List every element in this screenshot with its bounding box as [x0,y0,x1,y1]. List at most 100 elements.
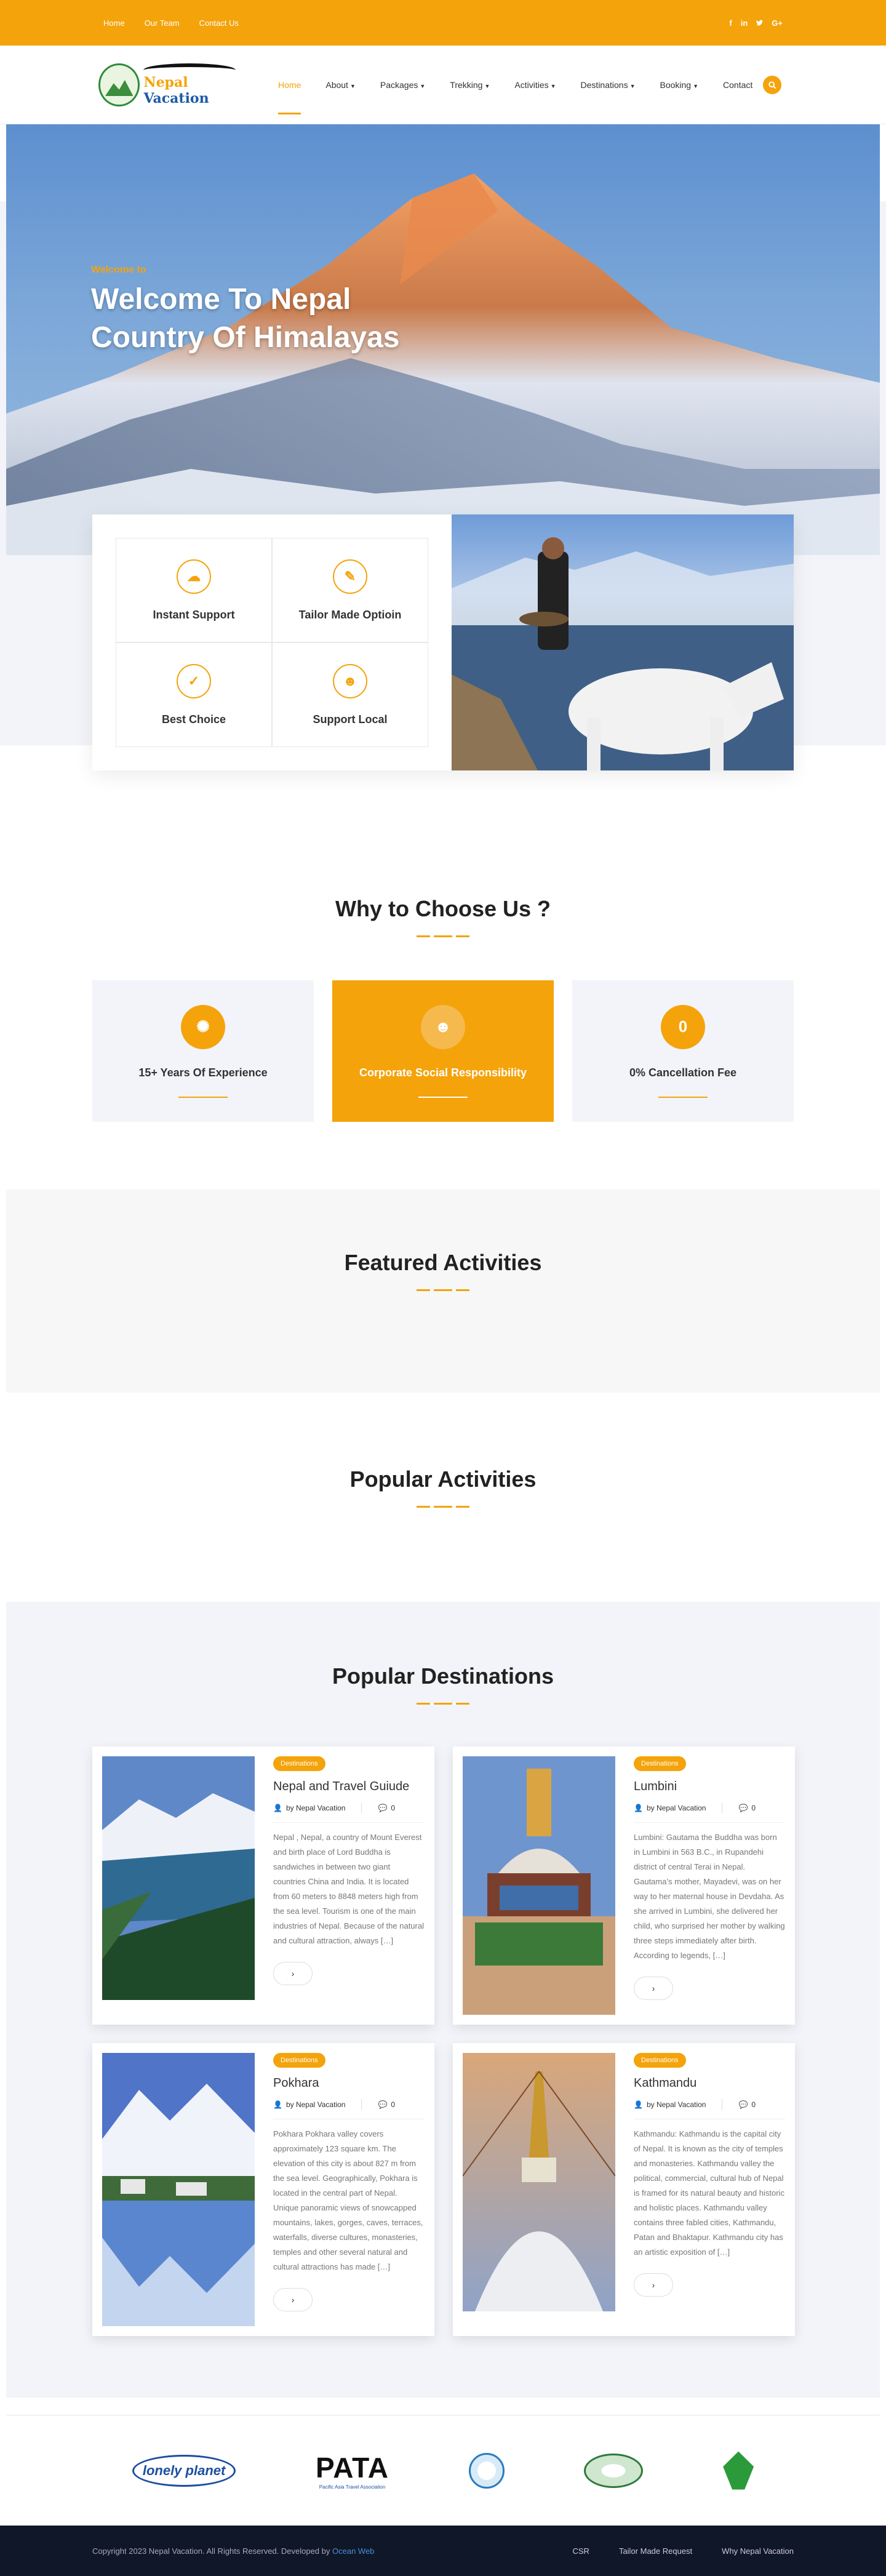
lonely-planet-logo[interactable]: lonely planet [132,2454,236,2487]
comments-icon: 💬 [738,2100,748,2109]
category-badge[interactable]: Destinations [273,1756,325,1771]
destination-cards: Destinations Nepal and Travel Guiude 👤 b… [92,1746,795,2336]
nav-about[interactable]: About ▼ [325,74,356,96]
user-icon: 👤 [634,1804,643,1812]
nav-booking[interactable]: Booking ▼ [660,74,699,96]
check-icon: ✓ [177,663,211,698]
why-card-experience: ✺ 15+ Years Of Experience [92,980,314,1122]
read-more-button[interactable]: › [273,2288,313,2311]
card-meta: 👤 by Nepal Vacation 💬 0 [273,2099,425,2119]
kathmandu-stupa-image[interactable] [463,2053,615,2311]
facebook-icon[interactable]: f [729,18,732,28]
developer-link[interactable]: Ocean Web [332,2546,374,2556]
google-plus-icon[interactable]: G+ [772,18,783,28]
search-icon [768,81,776,89]
why-title: Why to Choose Us ? [335,896,551,921]
category-badge[interactable]: Destinations [273,2053,325,2068]
main-nav: Home About ▼ Packages ▼ Trekking ▼ Activiti… [278,74,752,114]
card-title[interactable]: Kathmandu [634,2076,785,2090]
logo-emblem [98,63,140,106]
user-icon: 👤 [634,2100,643,2109]
feature-tailor-made: ✎ Tailor Made Optioin [272,538,428,642]
taan-logo[interactable] [584,2453,644,2488]
title-divider [417,1289,469,1291]
chat-icon: ☁ [177,559,211,594]
why-card-csr: ☻ Corporate Social Responsibility [332,980,554,1122]
featured-activities-section: Featured Activities [6,1190,880,1393]
caret-down-icon: ▼ [550,83,556,89]
nav-activities[interactable]: Activities ▼ [514,74,556,96]
read-more-button[interactable]: › [273,1962,313,1985]
destination-card: Destinations Lumbini 👤 by Nepal Vacation… [453,1746,795,2025]
top-link-contact-us[interactable]: Contact Us [199,18,239,28]
card-title[interactable]: Pokhara [273,2076,425,2090]
chevron-right-icon: › [291,1969,295,1978]
comments-icon: 💬 [378,1804,388,1812]
card-meta: 👤 by Nepal Vacation 💬 0 [634,1802,785,1823]
footer-links: CSR Tailor Made Request Why Nepal Vacati… [572,2546,794,2556]
hero-banner: Welcome to Welcome To Nepal Country Of H… [6,124,880,555]
chevron-right-icon: › [652,2280,655,2290]
footer-link-csr[interactable]: CSR [572,2546,589,2556]
lumbini-stupa-image[interactable] [463,1756,615,2015]
twitter-icon[interactable] [756,18,764,28]
top-bar: Home Our Team Contact Us f in G+ [0,0,886,46]
caret-down-icon: ▼ [629,83,636,89]
nav-contact[interactable]: Contact [723,74,752,96]
sun-icon: ✺ [181,1004,225,1049]
caret-down-icon: ▼ [349,83,356,89]
feature-support-local: ☻ Support Local [272,642,428,747]
read-more-button[interactable]: › [634,2273,673,2297]
caret-down-icon: ▼ [693,83,699,89]
users-icon: ☻ [333,663,367,698]
card-title[interactable]: Nepal and Travel Guiude [273,1780,425,1794]
partner-logos: lonely planet PATA Pacific Asia Travel A… [6,2415,880,2526]
comments-icon: 💬 [738,1804,748,1812]
user-icon: 👤 [273,1804,282,1812]
nav-trekking[interactable]: Trekking ▼ [450,74,490,96]
destination-card: Destinations Pokhara 👤 by Nepal Vacation… [92,2043,434,2336]
caret-down-icon: ▼ [484,83,490,89]
pata-logo[interactable]: PATA Pacific Asia Travel Association [316,2451,389,2490]
top-links: Home Our Team Contact Us [92,18,239,28]
footer-link-why-nepal-vacation[interactable]: Why Nepal Vacation [722,2546,794,2556]
chevron-right-icon: › [291,2295,295,2305]
card-meta: 👤 by Nepal Vacation 💬 0 [273,1802,425,1823]
nepal-tourism-board-logo[interactable] [468,2452,505,2489]
hero-subtitle: Welcome to [91,265,146,275]
popular-activities-section: Popular Activities [0,1393,886,1602]
title-divider [417,1506,469,1508]
card-excerpt: Lumbini: Gautama the Buddha was born in … [634,1833,785,1960]
pokhara-image[interactable] [102,2053,255,2326]
card-excerpt: Nepal , Nepal, a country of Mount Everes… [273,1833,424,1945]
top-link-our-team[interactable]: Our Team [145,18,180,28]
nav-packages[interactable]: Packages ▼ [380,74,425,96]
title-divider [417,1703,469,1705]
category-badge[interactable]: Destinations [634,2053,686,2068]
horse-rider-image [452,514,794,770]
destination-card: Destinations Kathmandu 👤 by Nepal Vacati… [453,2043,795,2336]
title-divider [417,935,469,937]
featured-title: Featured Activities [344,1250,542,1275]
social-links: f in G+ [729,18,794,28]
destination-card: Destinations Nepal and Travel Guiude 👤 b… [92,1746,434,2025]
nav-destinations[interactable]: Destinations ▼ [581,74,636,96]
site-logo[interactable]: Nepal Vacation [92,63,253,106]
read-more-button[interactable]: › [634,1977,673,2000]
linkedin-icon[interactable]: in [741,18,748,28]
card-excerpt: Kathmandu: Kathmandu is the capital city… [634,2129,784,2257]
hero-title: Welcome To Nepal Country Of Himalayas [91,283,400,354]
search-button[interactable] [763,76,781,94]
hero-section: Welcome to Welcome To Nepal Country Of H… [0,124,886,830]
feature-best-choice: ✓ Best Choice [116,642,272,747]
popular-destinations-section: Popular Destinations Destinations Nepal … [6,1602,880,2398]
footer-link-tailor-made-request[interactable]: Tailor Made Request [619,2546,692,2556]
category-badge[interactable]: Destinations [634,1756,686,1771]
green-emblem-logo[interactable] [723,2451,754,2490]
logo-name: Nepal Vacation [143,74,209,106]
nepal-lake-image[interactable] [102,1756,255,2000]
destinations-title: Popular Destinations [332,1663,554,1689]
card-title[interactable]: Lumbini [634,1780,785,1794]
nav-home[interactable]: Home [278,74,301,114]
top-link-home[interactable]: Home [103,18,125,28]
